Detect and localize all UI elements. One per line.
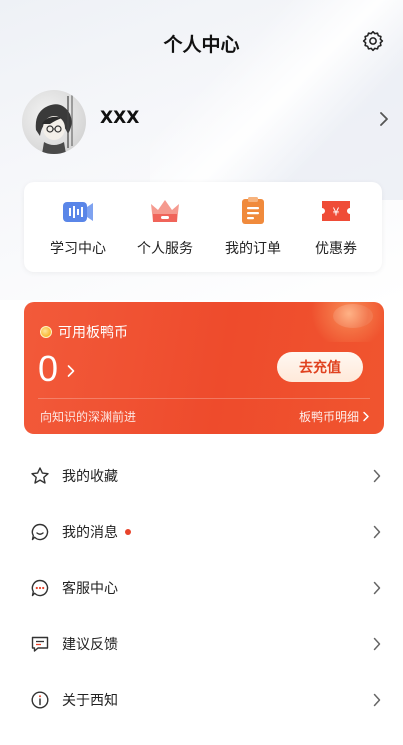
chevron-right-icon xyxy=(380,112,388,126)
coin-detail-link[interactable]: 板鸭币明细 xyxy=(299,408,370,425)
quick-action-personal-service[interactable]: 个人服务 xyxy=(125,196,205,262)
coin-icon xyxy=(40,326,52,338)
menu-item-favorites[interactable]: 我的收藏 xyxy=(24,448,384,504)
menu-item-label: 客服中心 xyxy=(62,581,118,597)
profile-row[interactable]: XXX xyxy=(22,90,392,156)
star-icon xyxy=(31,467,49,484)
menu-item-messages[interactable]: 我的消息 xyxy=(24,504,384,560)
username: XXX xyxy=(100,108,140,128)
unread-badge xyxy=(125,529,131,535)
avatar[interactable] xyxy=(22,90,86,154)
quick-action-label: 学习中心 xyxy=(50,241,106,257)
avatar-illustration xyxy=(35,94,73,154)
chevron-right-icon xyxy=(373,693,381,707)
crown-icon xyxy=(151,200,179,222)
menu-list: 我的收藏 我的消息 客服中心 建议反馈 关于西知 xyxy=(24,448,384,728)
chevron-right-icon xyxy=(373,637,381,651)
quick-actions-card: 学习中心 个人服务 我的订单 ¥ 优惠券 xyxy=(24,182,382,272)
quick-action-coupons[interactable]: ¥ 优惠券 xyxy=(296,196,376,262)
quick-action-label: 优惠券 xyxy=(315,241,357,257)
gear-icon xyxy=(362,30,384,52)
menu-item-label: 我的消息 xyxy=(62,525,118,541)
menu-item-about[interactable]: 关于西知 xyxy=(24,672,384,728)
study-center-icon xyxy=(63,202,93,222)
info-icon xyxy=(31,691,49,709)
page-title: 个人中心 xyxy=(163,34,240,56)
menu-item-customer-service[interactable]: 客服中心 xyxy=(24,560,384,616)
quick-action-my-orders[interactable]: 我的订单 xyxy=(213,196,293,262)
menu-item-label: 关于西知 xyxy=(62,693,118,709)
order-list-icon xyxy=(242,197,264,224)
coin-balance-card: 可用板鸭币 0 去充值 向知识的深渊前进 板鸭币明细 xyxy=(24,302,384,434)
feedback-icon xyxy=(31,636,49,652)
chevron-right-icon xyxy=(363,411,369,422)
divider xyxy=(38,398,370,399)
quick-action-study-center[interactable]: 学习中心 xyxy=(38,196,118,262)
settings-button[interactable] xyxy=(360,28,386,54)
chevron-right-icon xyxy=(373,581,381,595)
coin-balance-value[interactable]: 0 xyxy=(38,348,58,390)
coin-decoration-icon xyxy=(333,304,373,328)
customer-service-icon xyxy=(31,579,49,597)
menu-item-feedback[interactable]: 建议反馈 xyxy=(24,616,384,672)
header: 个人中心 xyxy=(0,0,403,80)
chevron-right-icon xyxy=(373,525,381,539)
chevron-right-icon xyxy=(67,365,75,377)
quick-action-label: 个人服务 xyxy=(137,241,193,257)
svg-text:¥: ¥ xyxy=(333,206,340,219)
coin-card-title: 可用板鸭币 xyxy=(58,325,128,341)
chevron-right-icon xyxy=(373,469,381,483)
message-icon xyxy=(31,523,49,541)
menu-item-label: 建议反馈 xyxy=(62,637,118,653)
coupon-icon: ¥ xyxy=(322,201,350,221)
coin-card-slogan: 向知识的深渊前进 xyxy=(40,410,137,424)
recharge-button[interactable]: 去充值 xyxy=(277,352,363,382)
coin-detail-label: 板鸭币明细 xyxy=(298,410,359,424)
quick-action-label: 我的订单 xyxy=(225,241,281,257)
menu-item-label: 我的收藏 xyxy=(62,469,118,485)
coin-card-header: 可用板鸭币 xyxy=(40,322,128,342)
